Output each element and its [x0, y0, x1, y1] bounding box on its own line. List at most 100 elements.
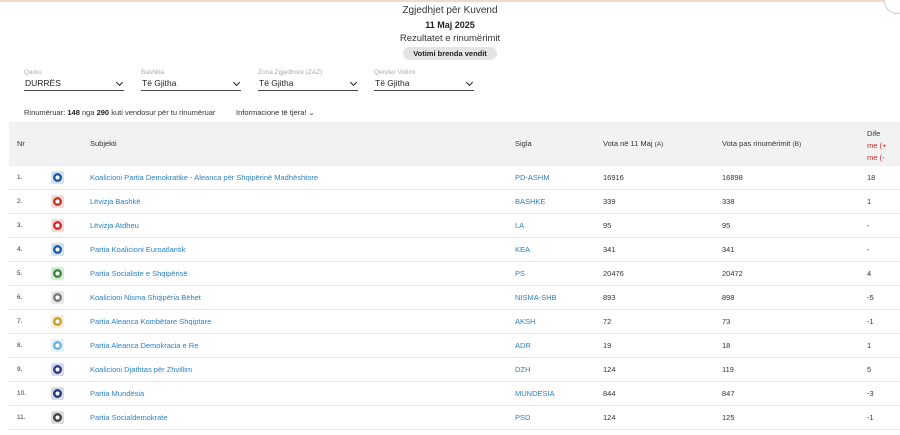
table-row: 2. Lëvizja Bashkë BASHKE 339 338 1 — [9, 190, 900, 214]
votes-before: 20476 — [603, 269, 624, 278]
row-number: 5. — [17, 270, 23, 277]
party-name-link[interactable]: Partia Mundësia — [90, 382, 144, 405]
psd-logo-icon — [50, 410, 65, 425]
votes-before: 124 — [603, 413, 616, 422]
col-votes-a-tag: (A) — [654, 141, 664, 148]
table-header: Nr Subjekti Sigla Vota në 11 Maj (A) Vot… — [9, 122, 900, 166]
recount-total: 290 — [96, 108, 110, 117]
votes-before: 893 — [603, 293, 616, 302]
votes-difference: 1 — [867, 341, 872, 350]
party-name-link[interactable]: Koalicioni Partia Demokratike - Aleanca … — [90, 166, 318, 189]
filter-bar: Qarku DURRËS Bashkia Të Gjitha Zona Zgje… — [24, 68, 504, 96]
party-name-link[interactable]: Lëvizja Atdheu — [90, 214, 139, 237]
filter-label: Qarku — [24, 69, 42, 76]
votes-difference: -3 — [867, 389, 874, 398]
col-diff-label: Dife — [867, 129, 881, 138]
table-row: 5. Partia Socialiste e Shqipërisë PS 20476 2… — [9, 262, 900, 286]
votes-after: 16898 — [722, 173, 743, 182]
recount-counted: 148 — [67, 108, 80, 117]
filter-value: DURRËS — [25, 78, 61, 88]
chevron-down-icon — [232, 78, 241, 87]
filter-value: Të Gjitha — [142, 78, 177, 88]
la-logo-icon — [50, 218, 65, 233]
row-number: 10. — [17, 390, 27, 397]
row-number: 1. — [17, 174, 23, 181]
votes-after: 898 — [722, 293, 735, 302]
filter-qarku: Qarku DURRËS — [24, 68, 124, 91]
table-row: 7. Partia Aleanca Kombëtare Shqiptare AKSH… — [9, 310, 900, 334]
party-name-link[interactable]: Koalicioni Nisma Shqipëria Bëhet — [90, 286, 201, 309]
table-row: 3. Lëvizja Atdheu LA 95 95 - — [9, 214, 900, 238]
col-subject: Subjekti — [90, 139, 117, 148]
party-sigla: LA — [515, 221, 525, 230]
election-date: 11 Maj 2025 — [425, 20, 475, 30]
party-name-link[interactable]: Partia Koalicioni Euroatlantik — [90, 238, 185, 261]
chevron-down-icon — [465, 78, 474, 87]
recount-prefix: Rinumëruar: — [24, 108, 66, 117]
votes-after: 125 — [722, 413, 735, 422]
filter-value: Të Gjitha — [259, 78, 294, 88]
votes-before: 844 — [603, 389, 616, 398]
votes-after: 73 — [722, 317, 731, 326]
votes-difference: -1 — [867, 317, 874, 326]
votes-after: 119 — [722, 365, 734, 374]
chevron-down-icon — [349, 78, 358, 87]
ps-logo-icon — [50, 266, 65, 281]
table-row: 9. Koalicioni Djathtas për Zhvillim DZH 124… — [9, 358, 900, 382]
tab-domestic-voting[interactable]: Votimi brenda vendit — [403, 47, 497, 60]
col-votes-a: Vota në 11 Maj (A) — [603, 122, 663, 166]
party-sigla: KEA — [515, 245, 531, 254]
party-sigla: PS — [515, 269, 526, 278]
votes-after: 20472 — [722, 269, 743, 278]
table-row: 8. Partia Aleanca Demokracia e Re ADR 19 18 1 — [9, 334, 900, 358]
party-name-link[interactable]: Partia Socialdemokrate — [90, 406, 168, 429]
party-name-link[interactable]: Lëvizja Bashkë — [90, 190, 140, 213]
filter-bashkia: Bashkia Të Gjitha — [141, 68, 241, 91]
row-number: 8. — [17, 342, 23, 349]
aksh-logo-icon — [50, 314, 65, 329]
votes-before: 339 — [603, 197, 616, 206]
bashke-logo-icon — [50, 194, 65, 209]
party-name-link[interactable]: Partia Aleanca Kombëtare Shqiptare — [90, 310, 211, 333]
more-info-toggle[interactable]: Informacione të tjera! ⌄ — [236, 108, 315, 117]
party-sigla: PSD — [515, 413, 531, 422]
qarku-select[interactable]: DURRËS — [24, 77, 124, 91]
votes-after: 338 — [722, 197, 735, 206]
zaz-select[interactable]: Të Gjitha — [258, 77, 358, 91]
qender-votimi-select[interactable]: Të Gjitha — [374, 77, 474, 91]
row-number: 4. — [17, 246, 23, 253]
col-nr: Nr — [17, 139, 25, 148]
votes-difference: 1 — [867, 197, 872, 206]
row-number: 9. — [17, 366, 23, 373]
bashkia-select[interactable]: Të Gjitha — [141, 77, 241, 91]
votes-difference: - — [867, 245, 870, 254]
party-sigla: AKSH — [515, 317, 536, 326]
col-votes-b: Vota pas rinumërimit (B) — [722, 122, 801, 166]
col-diff-plus: me (+ — [867, 141, 887, 150]
row-number: 11. — [17, 414, 26, 421]
votes-before: 95 — [603, 221, 612, 230]
mundesia-logo-icon — [50, 386, 65, 401]
votes-before: 341 — [603, 245, 616, 254]
col-votes-b-label: Vota pas rinumërimit — [722, 139, 791, 148]
table-row: 4. Partia Koalicioni Euroatlantik KEA 341 34… — [9, 238, 900, 262]
recount-suffix: kuti vendosur për tu rinumëruar — [111, 108, 216, 117]
party-name-link[interactable]: Koalicioni Djathtas për Zhvillim — [90, 358, 192, 381]
party-name-link[interactable]: Partia Aleanca Demokracia e Re — [90, 334, 198, 357]
col-sigla: Sigla — [515, 139, 532, 148]
table-row: 10. Partia Mundësia MUNDESIA 844 847 -3 — [9, 382, 900, 406]
filter-label: Bashkia — [141, 69, 165, 76]
votes-after: 847 — [722, 389, 735, 398]
table-row: 11. Partia Socialdemokrate PSD 124 125 -1 — [9, 406, 900, 430]
party-sigla: MUNDESIA — [515, 389, 555, 398]
col-votes-b-tag: (B) — [792, 141, 802, 148]
party-sigla: ADR — [515, 341, 531, 350]
nisma-logo-icon — [50, 290, 65, 305]
party-sigla: NISMA-SHB — [515, 293, 557, 302]
party-name-link[interactable]: Partia Socialiste e Shqipërisë — [90, 262, 188, 285]
filter-label: Zona Zgjedhore (ZAZ) — [258, 69, 323, 76]
votes-difference: 4 — [867, 269, 872, 278]
row-number: 6. — [17, 294, 23, 301]
row-number: 2. — [17, 198, 23, 205]
results-table: Nr Subjekti Sigla Vota në 11 Maj (A) Vot… — [9, 122, 900, 435]
